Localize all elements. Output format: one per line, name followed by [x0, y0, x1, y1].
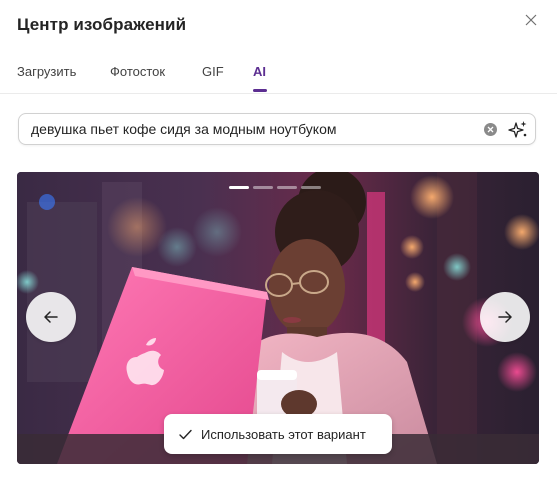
close-icon	[525, 14, 537, 26]
arrow-left-icon	[44, 311, 58, 323]
slide-indicator-3[interactable]	[277, 186, 297, 189]
dialog-title: Центр изображений	[17, 15, 187, 34]
clear-icon	[487, 126, 494, 133]
slide-indicator-1[interactable]	[229, 186, 249, 189]
tab-bar: Загрузить Фотосток GIF AI	[0, 56, 557, 94]
tab-gif[interactable]: GIF	[202, 64, 224, 79]
next-button[interactable]	[480, 292, 530, 342]
carousel-indicators	[229, 186, 321, 189]
image-center-dialog: Центр изображений Загрузить Фотосток GIF…	[0, 0, 557, 477]
generate-button[interactable]	[507, 119, 529, 141]
tab-upload[interactable]: Загрузить	[17, 64, 76, 79]
clear-button[interactable]	[484, 123, 497, 136]
arrow-right-icon	[498, 311, 512, 323]
tab-stock[interactable]: Фотосток	[110, 64, 165, 79]
tab-ai[interactable]: AI	[253, 64, 266, 79]
active-tab-indicator	[253, 89, 267, 92]
slide-indicator-2[interactable]	[253, 186, 273, 189]
use-button-label: Использовать этот вариант	[201, 426, 366, 442]
checkmark-icon	[179, 429, 192, 440]
previous-button[interactable]	[26, 292, 76, 342]
close-button[interactable]	[521, 10, 541, 30]
slide-indicator-4[interactable]	[301, 186, 321, 189]
sparkle-icon	[508, 121, 527, 138]
use-this-variant-button[interactable]: Использовать этот вариант	[164, 414, 392, 454]
prompt-input[interactable]	[31, 114, 471, 144]
image-carousel: Использовать этот вариант	[17, 172, 539, 464]
prompt-search-box	[18, 113, 536, 145]
